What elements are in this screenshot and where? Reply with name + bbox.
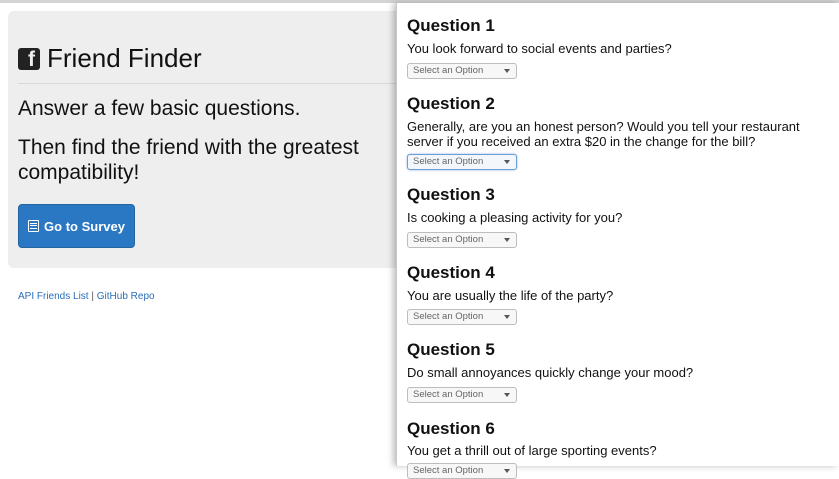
- chevron-down-icon: [504, 160, 510, 164]
- lead-text-1: Answer a few basic questions.: [18, 97, 301, 120]
- question-5-select[interactable]: Select an Option: [407, 387, 517, 403]
- question-6-select[interactable]: Select an Option: [407, 463, 517, 479]
- question-6-select-value: Select an Option: [413, 465, 484, 476]
- survey-modal: Question 1 You look forward to social ev…: [396, 3, 839, 479]
- chevron-down-icon: [504, 69, 510, 73]
- question-6-text: You get a thrill out of large sporting e…: [407, 443, 657, 458]
- list-alt-icon: [28, 220, 40, 232]
- question-4-text: You are usually the life of the party?: [407, 288, 614, 303]
- lead-text-2: Then find the friend with the greatest c…: [18, 136, 359, 184]
- footer-separator: |: [91, 291, 94, 302]
- question-1-select-value: Select an Option: [413, 65, 484, 76]
- question-5-text: Do small annoyances quickly change your …: [407, 365, 694, 380]
- question-2-select-value: Select an Option: [413, 156, 484, 167]
- question-3-title: Question 3: [407, 185, 495, 204]
- question-4-select[interactable]: Select an Option: [407, 309, 517, 325]
- footer-links: API Friends List | GitHub Repo: [18, 291, 155, 302]
- question-2-select[interactable]: Select an Option: [407, 154, 517, 170]
- chevron-down-icon: [504, 315, 510, 319]
- chevron-down-icon: [504, 238, 510, 242]
- page-title: Friend Finder: [47, 43, 202, 73]
- question-4-select-value: Select an Option: [413, 311, 484, 322]
- question-3-select-value: Select an Option: [413, 234, 484, 245]
- facebook-square-icon: f: [18, 47, 40, 70]
- header-divider: [18, 83, 398, 84]
- chevron-down-icon: [504, 469, 510, 473]
- question-5-title: Question 5: [407, 340, 495, 359]
- modal-scrollbar[interactable]: [829, 3, 839, 466]
- question-4-title: Question 4: [407, 263, 495, 282]
- question-2-text: Generally, are you an honest person? Wou…: [407, 119, 800, 149]
- go-to-survey-label: Go to Survey: [44, 218, 125, 234]
- api-friends-list-link[interactable]: API Friends List: [18, 291, 89, 302]
- question-2-title: Question 2: [407, 94, 495, 113]
- question-1-title: Question 1: [407, 16, 495, 35]
- question-3-text: Is cooking a pleasing activity for you?: [407, 210, 623, 225]
- question-6-title: Question 6: [407, 419, 495, 438]
- question-1-text: You look forward to social events and pa…: [407, 41, 672, 56]
- question-1-select[interactable]: Select an Option: [407, 63, 517, 79]
- chevron-down-icon: [504, 393, 510, 397]
- question-3-select[interactable]: Select an Option: [407, 232, 517, 248]
- question-5-select-value: Select an Option: [413, 389, 484, 400]
- jumbotron: f Friend Finder Answer a few basic quest…: [8, 11, 408, 268]
- github-repo-link[interactable]: GitHub Repo: [97, 291, 155, 302]
- go-to-survey-button[interactable]: Go to Survey: [18, 204, 135, 248]
- brand-header: f Friend Finder: [18, 43, 202, 74]
